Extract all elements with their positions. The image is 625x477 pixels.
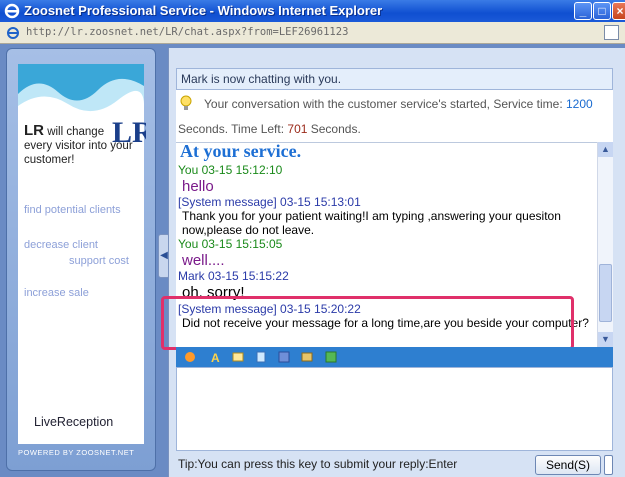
time-left-label: Seconds. Time Left:	[178, 122, 288, 136]
window-title: Zoosnet Professional Service - Windows I…	[24, 3, 383, 18]
maximize-button[interactable]: □	[593, 2, 611, 20]
message-body: Thank you for your patient waiting!I am …	[182, 209, 561, 237]
message-header: You 03-15 15:12:10	[178, 163, 283, 177]
title-bar: Zoosnet Professional Service - Windows I…	[0, 0, 625, 22]
chat-status: Mark is now chatting with you.	[176, 68, 613, 90]
page-icon[interactable]	[604, 25, 619, 40]
feature-increase-sale: increase sale	[24, 287, 89, 299]
footer-bar: Tip:You can press this key to submit you…	[176, 451, 613, 477]
message-header: Mark 03-15 15:15:22	[178, 269, 289, 283]
info-prefix: Your conversation with the customer serv…	[204, 97, 566, 111]
session-info: Your conversation with the customer serv…	[176, 90, 613, 142]
transfer-icon[interactable]	[325, 351, 337, 363]
history-icon[interactable]	[301, 351, 313, 363]
ie-page-icon	[7, 27, 19, 39]
address-bar: http://lr.zoosnet.net/LR/chat.aspx?from=…	[0, 22, 625, 44]
message-header: You 03-15 15:15:05	[178, 237, 283, 251]
powered-by: POWERED BY ZOOSNET.NET	[18, 448, 135, 457]
svg-text:A: A	[211, 351, 220, 363]
feature-support-cost: support cost	[69, 255, 129, 267]
address-url[interactable]: http://lr.zoosnet.net/LR/chat.aspx?from=…	[26, 26, 348, 38]
save-icon[interactable]	[278, 351, 290, 363]
emoticon-icon[interactable]	[184, 351, 196, 363]
lightbulb-icon	[180, 95, 192, 110]
info-line-2: Seconds. Time Left: 701 Seconds.	[178, 122, 361, 136]
slogan-lr: LR	[24, 122, 44, 139]
send-button[interactable]: Send(S)	[535, 455, 601, 475]
message-body: hello	[182, 178, 214, 195]
tip-text: Tip:You can press this key to submit you…	[178, 457, 458, 471]
lr-logo-icon: LR	[112, 116, 146, 148]
editor-toolbar: A	[176, 347, 613, 367]
file-icon[interactable]	[255, 351, 267, 363]
ie-logo-icon	[4, 3, 20, 19]
info-line-1: Your conversation with the customer serv…	[204, 97, 593, 111]
font-icon[interactable]: A	[210, 351, 222, 363]
scroll-down-icon[interactable]: ▼	[598, 332, 613, 347]
send-options-button[interactable]	[604, 455, 613, 475]
time-left: 701	[287, 122, 308, 136]
chat-top-line: At your service.	[180, 142, 302, 161]
reply-input[interactable]	[176, 367, 613, 451]
message-header: [System message] 03-15 15:13:01	[178, 195, 361, 209]
status-text: Mark is now chatting with you.	[181, 72, 342, 86]
seconds-label: Seconds.	[307, 122, 361, 136]
minimize-button[interactable]: _	[574, 2, 592, 20]
scroll-thumb[interactable]	[599, 264, 612, 322]
highlight-box	[161, 296, 574, 350]
svg-text:LR: LR	[112, 116, 146, 148]
scroll-up-icon[interactable]: ▲	[598, 142, 613, 157]
image-icon[interactable]	[232, 351, 244, 363]
message-body: well....	[182, 252, 225, 269]
close-button[interactable]: ×	[612, 2, 625, 20]
feature-decrease-cost: decrease client	[24, 239, 98, 251]
brand-name: LiveReception	[34, 415, 114, 429]
service-time: 1200	[566, 97, 593, 111]
feature-find-clients: find potential clients	[24, 204, 121, 216]
chat-scrollbar[interactable]: ▲ ▼	[597, 142, 613, 347]
